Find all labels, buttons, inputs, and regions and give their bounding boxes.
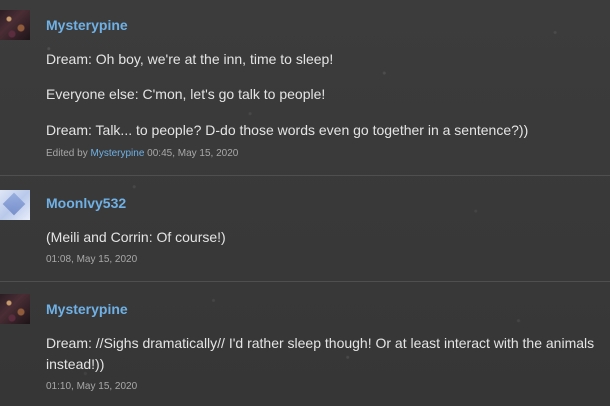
timestamp: 01:10, May 15, 2020 — [46, 381, 138, 392]
edited-label: Edited by — [46, 148, 88, 159]
avatar[interactable] — [0, 190, 30, 220]
diamond-icon — [2, 192, 26, 216]
username-link[interactable]: Mysterypine — [46, 301, 128, 317]
timestamp: 01:08, May 15, 2020 — [46, 254, 138, 265]
username-link[interactable]: Moonlvy532 — [46, 195, 126, 211]
edited-by-link[interactable]: Mysterypine — [90, 148, 144, 159]
avatar[interactable] — [0, 294, 30, 324]
post-meta: Edited by Mysterypine 00:45, May 15, 202… — [46, 148, 238, 159]
post-text-line: (Meili and Corrin: Of course!) — [46, 229, 226, 245]
post-text-line: instead!)) — [46, 356, 105, 372]
username-link[interactable]: Mysterypine — [46, 17, 128, 33]
avatar[interactable] — [0, 10, 30, 40]
post-text-line: Dream: //Sighs dramatically// I'd rather… — [46, 335, 595, 351]
timestamp: 00:45, May 15, 2020 — [147, 148, 239, 159]
post-text-line: Dream: Talk... to people? D-do those wor… — [46, 122, 529, 138]
post-text-line: Everyone else: C'mon, let's go talk to p… — [46, 86, 326, 102]
post-text-line: Dream: Oh boy, we're at the inn, time to… — [46, 51, 334, 67]
